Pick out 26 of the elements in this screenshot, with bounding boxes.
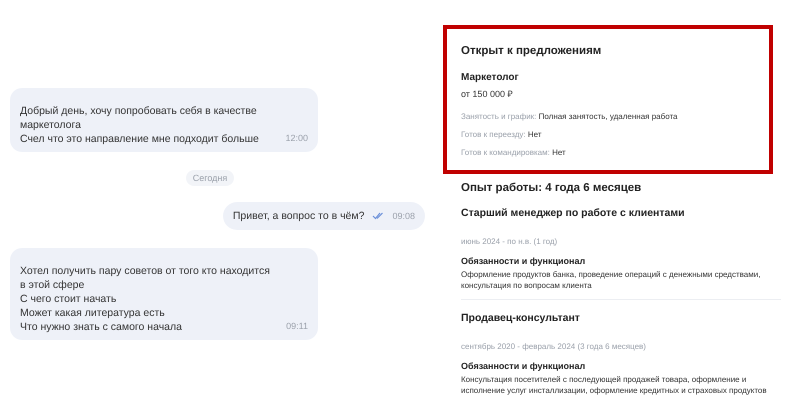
duties-text: Консультация посетителей с последующей продажей товара, оформление и исполнение услуг инсталлизации, оформление кредитных и страховых продуктов bbox=[461, 374, 768, 396]
duties-title: Обязанности и функционал bbox=[461, 361, 586, 371]
date-label: Сегодня bbox=[186, 170, 234, 186]
job-period: июнь 2024 - по н.в. (1 год) bbox=[461, 236, 558, 247]
detail-text: Готов к командировкам: Нет bbox=[461, 147, 567, 158]
job-title: Продавец-консультант bbox=[461, 312, 581, 324]
experience-title: Опыт работы: 4 года 6 месяцев bbox=[461, 182, 642, 194]
message-text: Добрый день, хочу попробовать себя в качестве маркетолога bbox=[20, 104, 258, 132]
job-title: Старший менеджер по работе с клиентами bbox=[461, 207, 686, 219]
duties-title: Обязанности и функционал bbox=[461, 256, 586, 266]
job-period: сентябрь 2020 - февраль 2024 (3 года 6 месяцев) bbox=[461, 341, 647, 352]
message-time: 09:11 bbox=[286, 320, 308, 333]
message-text: С чего стоит начать bbox=[20, 292, 116, 306]
message-text: Может какая литература есть bbox=[20, 306, 165, 320]
message-text: Хотел получить пару советов от того кто находится в этой сфере bbox=[20, 264, 270, 292]
salary-text: от 150 000 ₽ bbox=[461, 89, 514, 100]
message-text: Привет, а вопрос то в чём? bbox=[232, 209, 364, 223]
message-time: 12:00 bbox=[285, 132, 308, 145]
offer-title: Открыт к предложениям bbox=[461, 45, 602, 57]
detail-text: Занятость и график: Полная занятость, удаленная работа bbox=[461, 111, 678, 122]
message-text: Что нужно знать с самого начала bbox=[20, 320, 182, 334]
duties-text: Оформление продуктов банка, проведение операций с денежными средствами, консультация по вопросам клиента bbox=[461, 269, 762, 291]
position-title: Маркетолог bbox=[461, 72, 520, 83]
message-text: Счел что это направление мне подходит больше bbox=[20, 132, 259, 146]
detail-text: Готов к переезду: Нет bbox=[461, 129, 542, 140]
message-time: 09:08 bbox=[392, 210, 415, 223]
